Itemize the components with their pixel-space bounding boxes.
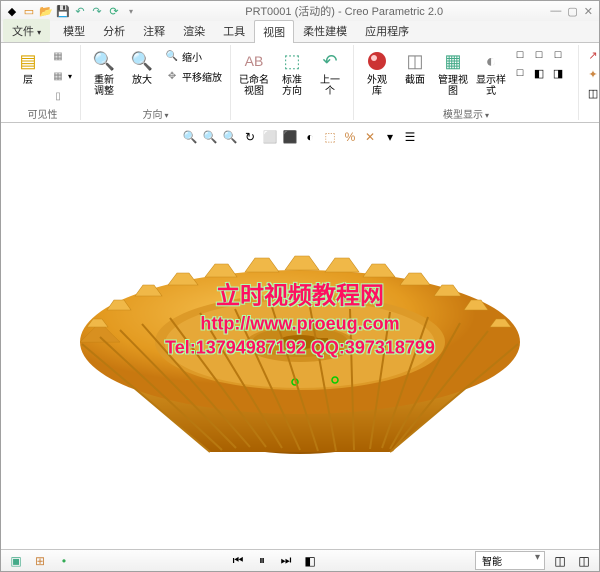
manage-views-button[interactable]: ▦ 管理视图 [436,47,470,99]
group-orientation: 🔍 重新 调整 🔍 放大 🔍缩小 ✥平移缩放 方向▾ [81,45,231,120]
viewport-toolbar: 🔍 🔍 🔍 ↻ ⬜ ⬛ ◐ ⬚ % ✕ ▾ ☰ [1,125,599,149]
group-model-display: 外观 库 ◫ 截面 ▦ 管理视图 ◐ 显示样 式 □ □ [354,45,579,120]
show-icon-1[interactable]: ↗ [585,47,600,63]
status-next-icon[interactable]: ⏭ [277,552,295,570]
group-views: AB 已命名 视图 ⬚ 标准 方向 ↶ 上一 个 [231,45,354,120]
vt-zoom-in[interactable]: 🔍 [201,128,219,146]
cube-icon: ⬚ [280,49,304,73]
zoomout-button[interactable]: 🔍缩小 [163,47,224,65]
vt-datum-3[interactable]: ✕ [361,128,379,146]
disp-icon-1[interactable]: □ [512,47,528,63]
quick-access: ◆ ▭ 📂 💾 ↶ ↷ ⟳ ▾ [5,4,138,18]
tab-render[interactable]: 渲染 [174,19,214,42]
std-orient-button[interactable]: ⬚ 标准 方向 [275,47,309,99]
vt-dd[interactable]: ▾ [381,128,399,146]
title-bar: ◆ ▭ 📂 💾 ↶ ↷ ⟳ ▾ PRT0001 (活动的) - Creo Par… [1,1,599,21]
status-prev-icon[interactable]: ⏮ [229,552,247,570]
disp-icon-2[interactable]: □ [531,47,547,63]
tab-model[interactable]: 模型 [54,19,94,42]
status-sel-icon[interactable]: ◧ [301,552,319,570]
status-pause-icon[interactable]: ⏸ [253,552,271,570]
status-dot-icon[interactable]: • [55,552,73,570]
pan-button[interactable]: ✥平移缩放 [163,67,224,85]
appearance-button[interactable]: 外观 库 [360,47,394,99]
layer-button[interactable]: ▤ 层 [11,47,45,88]
status-icon-2[interactable]: ⊞ [31,552,49,570]
vt-refit[interactable]: ↻ [241,128,259,146]
save-icon[interactable]: 💾 [56,4,70,18]
show-icon-5[interactable]: ✦ [585,66,600,82]
group-show: ↗ ⊞ △ ◐ ✦ ☼ ⬚ ⬚ ◫ ◫ 显示▾ [579,45,600,120]
disp-icon-4[interactable]: □ [512,65,528,81]
prev-icon: ↶ [318,49,342,73]
vt-datum-2[interactable]: % [341,128,359,146]
vt-zoom-fit[interactable]: 🔍 [181,128,199,146]
tab-apps[interactable]: 应用程序 [356,19,418,42]
disp-icon-5[interactable]: ◧ [531,65,547,81]
ribbon: ▤ 层 ▦ ▦▾ ▯ 可见性 🔍 重新 调整 🔍 放大 [1,43,599,123]
zoom-in-icon: 🔍 [130,49,154,73]
status-bar: ▣ ⊞ • ⏮ ⏸ ⏭ ◧ 智能 ◫ ◫ [1,549,599,571]
close-button[interactable]: ✕ [584,5,593,18]
tab-view[interactable]: 视图 [254,20,294,43]
viewport[interactable]: 🔍 🔍 🔍 ↻ ⬜ ⬛ ◐ ⬚ % ✕ ▾ ☰ [1,123,599,549]
saved-views-icon: AB [242,49,266,73]
vt-datum-1[interactable]: ⬚ [321,128,339,146]
zoomin-button[interactable]: 🔍 放大 [125,47,159,88]
vt-zoom-out[interactable]: 🔍 [221,128,239,146]
disp-icon-3[interactable]: □ [550,47,566,63]
prev-orient-button[interactable]: ↶ 上一 个 [313,47,347,99]
section-icon: ◫ [403,49,427,73]
vt-more[interactable]: ☰ [401,128,419,146]
tab-file[interactable]: 文件 ▾ [3,19,50,42]
vt-shade-3[interactable]: ◐ [301,128,319,146]
selection-filter[interactable]: 智能 [475,551,545,570]
open-icon[interactable]: 📂 [39,4,53,18]
tab-annotate[interactable]: 注释 [134,19,174,42]
show-icon-9[interactable]: ◫ [585,85,600,101]
app-window: ◆ ▭ 📂 💾 ↶ ↷ ⟳ ▾ PRT0001 (活动的) - Creo Par… [0,0,600,572]
vt-shade-2[interactable]: ⬛ [281,128,299,146]
vt-shade-1[interactable]: ⬜ [261,128,279,146]
window-title: PRT0001 (活动的) - Creo Parametric 2.0 [138,3,550,19]
saved-views-button[interactable]: AB 已命名 视图 [237,47,271,99]
style-icon: ◐ [479,49,503,73]
vis-btn-3[interactable]: ▯ [49,87,74,105]
app-icon: ◆ [5,4,19,18]
undo-icon[interactable]: ↶ [73,4,87,18]
layer-icon: ▤ [16,49,40,73]
tab-analysis[interactable]: 分析 [94,19,134,42]
refit-button[interactable]: 🔍 重新 调整 [87,47,121,99]
tab-flex[interactable]: 柔性建模 [294,19,356,42]
gear-model[interactable] [60,187,540,547]
tab-tools[interactable]: 工具 [214,19,254,42]
vis-btn-1[interactable]: ▦ [49,47,74,65]
regen-icon[interactable]: ⟳ [107,4,121,18]
group-visibility: ▤ 层 ▦ ▦▾ ▯ 可见性 [5,45,81,120]
status-end-icon-2[interactable]: ◫ [575,552,593,570]
redo-icon[interactable]: ↷ [90,4,104,18]
chevron-down-icon[interactable]: ▾ [124,4,138,18]
manage-icon: ▦ [441,49,465,73]
section-button[interactable]: ◫ 截面 [398,47,432,88]
window-controls: — ▢ ✕ [550,5,595,18]
vis-btn-2[interactable]: ▦▾ [49,67,74,85]
ribbon-tabs: 文件 ▾ 模型 分析 注释 渲染 工具 视图 柔性建模 应用程序 [1,21,599,43]
maximize-button[interactable]: ▢ [567,5,577,18]
sphere-icon [365,49,389,73]
model-area[interactable]: 立时视频教程网 http://www.proeug.com Tel:137949… [1,149,599,549]
new-icon[interactable]: ▭ [22,4,36,18]
status-icon-1[interactable]: ▣ [7,552,25,570]
disp-style-button[interactable]: ◐ 显示样 式 [474,47,508,99]
disp-icon-6[interactable]: ◨ [550,65,566,81]
minimize-button[interactable]: — [550,5,561,18]
refit-icon: 🔍 [92,49,116,73]
status-end-icon-1[interactable]: ◫ [551,552,569,570]
